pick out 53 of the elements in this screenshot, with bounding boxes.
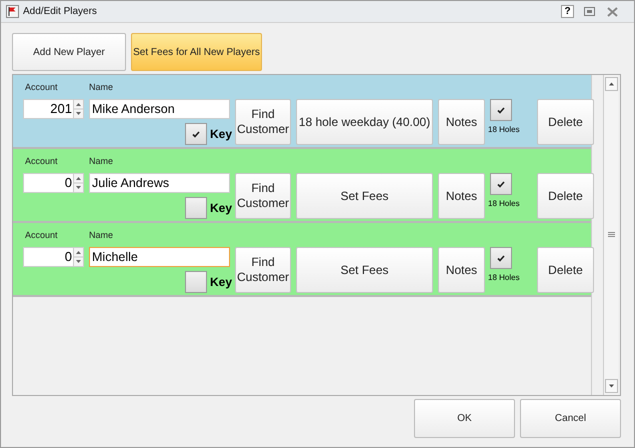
checkbox[interactable] bbox=[184, 271, 207, 293]
help-button[interactable]: ? bbox=[561, 5, 574, 18]
field-label: Account bbox=[24, 156, 59, 166]
checkbox[interactable] bbox=[490, 247, 512, 269]
toolbar-button[interactable]: Add New Player bbox=[12, 33, 126, 71]
notes-button[interactable]: Notes bbox=[438, 173, 485, 219]
scroll-up-icon[interactable] bbox=[604, 77, 618, 91]
scrollbar[interactable] bbox=[603, 75, 618, 395]
dialog-button[interactable]: OK bbox=[414, 399, 515, 438]
field-label: Name bbox=[89, 156, 114, 166]
toolbar-button[interactable]: Set Fees for All New Players bbox=[131, 33, 262, 71]
checkbox[interactable] bbox=[184, 123, 207, 145]
notes-button[interactable]: Notes bbox=[438, 247, 485, 293]
account-spinner[interactable]: 0 bbox=[23, 173, 84, 193]
checkbox-label: Key bbox=[210, 201, 232, 215]
field-label: Account bbox=[24, 82, 59, 92]
checkbox-label: 18 Holes bbox=[488, 125, 520, 134]
checkmark-icon bbox=[192, 130, 200, 138]
field-label: Name bbox=[89, 230, 114, 240]
find-customer-button[interactable]: Find Customer bbox=[235, 247, 291, 293]
checkbox-label: 18 Holes bbox=[488, 273, 520, 282]
close-icon[interactable] bbox=[607, 6, 618, 16]
name-field[interactable]: Julie Andrews bbox=[89, 173, 230, 193]
dialog-button[interactable]: Cancel bbox=[520, 399, 621, 438]
set-fees-button[interactable]: Set Fees bbox=[296, 247, 433, 293]
find-customer-button[interactable]: Find Customer bbox=[235, 173, 291, 219]
account-spinner[interactable]: 0 bbox=[23, 247, 84, 267]
delete-button[interactable]: Delete bbox=[537, 247, 594, 293]
name-field[interactable]: Michelle bbox=[89, 247, 230, 267]
field-label: Account bbox=[24, 230, 59, 240]
checkbox[interactable] bbox=[490, 173, 512, 195]
find-customer-button[interactable]: Find Customer bbox=[235, 99, 291, 145]
set-fees-button[interactable]: Set Fees bbox=[296, 173, 433, 219]
field-label: Name bbox=[89, 82, 114, 92]
scroll-grip-icon[interactable] bbox=[608, 232, 614, 238]
set-fees-button[interactable]: 18 hole weekday (40.00) bbox=[296, 99, 433, 145]
checkbox-label: Key bbox=[210, 275, 232, 289]
checkbox[interactable] bbox=[490, 99, 512, 121]
name-field[interactable]: Mike Anderson bbox=[89, 99, 230, 119]
window-title: Add/Edit Players bbox=[23, 6, 97, 17]
checkbox[interactable] bbox=[184, 197, 207, 219]
checkmark-icon bbox=[497, 106, 505, 114]
checkmark-icon bbox=[497, 180, 505, 188]
account-spinner[interactable]: 201 bbox=[23, 99, 84, 119]
notes-button[interactable]: Notes bbox=[438, 99, 485, 145]
checkbox-label: Key bbox=[210, 127, 232, 141]
checkmark-icon bbox=[497, 254, 505, 262]
scroll-down-icon[interactable] bbox=[604, 379, 618, 393]
delete-button[interactable]: Delete bbox=[537, 99, 594, 145]
restore-icon[interactable] bbox=[584, 7, 595, 16]
checkbox-label: 18 Holes bbox=[488, 199, 520, 208]
flag-icon bbox=[6, 5, 19, 18]
delete-button[interactable]: Delete bbox=[537, 173, 594, 219]
